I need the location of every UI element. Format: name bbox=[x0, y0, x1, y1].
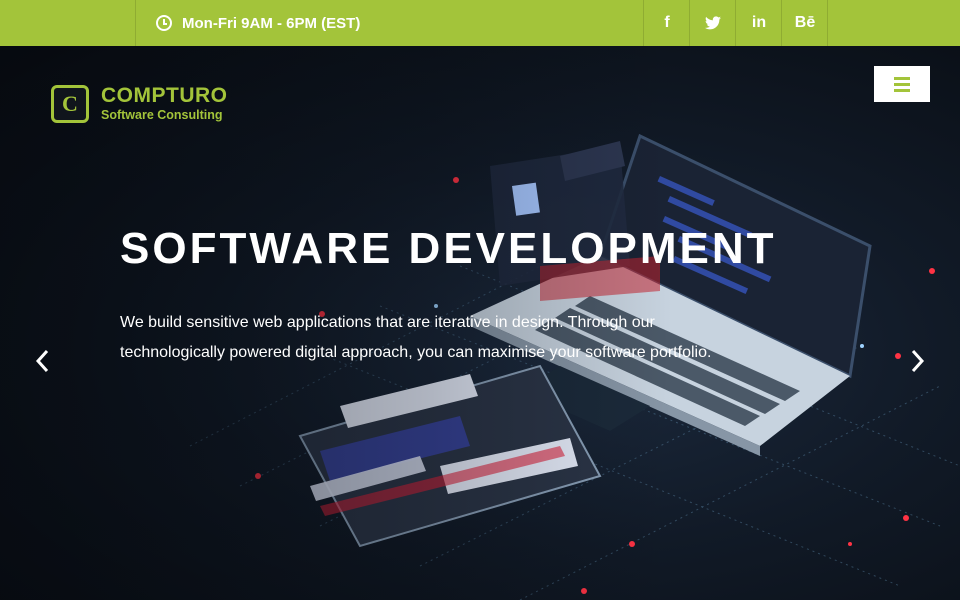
site-logo[interactable]: C COMPTURO Software Consulting bbox=[51, 85, 228, 123]
business-hours-text: Mon-Fri 9AM - 6PM (EST) bbox=[182, 14, 361, 32]
linkedin-link[interactable]: in bbox=[736, 0, 782, 46]
hamburger-icon-bar bbox=[894, 76, 910, 80]
top-bar: Mon-Fri 9AM - 6PM (EST) f in Bē bbox=[0, 0, 960, 46]
linkedin-icon: in bbox=[751, 14, 767, 31]
hero-description: We build sensitive web applications that… bbox=[120, 314, 712, 361]
divider bbox=[827, 0, 828, 46]
logo-mark: C bbox=[51, 85, 89, 123]
hero-title: SOFTWARE DEVELOPMENT bbox=[120, 224, 777, 273]
clock-icon bbox=[156, 15, 172, 31]
divider bbox=[135, 0, 136, 46]
facebook-link[interactable]: f bbox=[644, 0, 690, 46]
logo-name: COMPTURO bbox=[101, 84, 228, 107]
business-hours: Mon-Fri 9AM - 6PM (EST) bbox=[156, 0, 360, 46]
twitter-link[interactable] bbox=[690, 0, 736, 46]
twitter-icon bbox=[705, 16, 721, 30]
facebook-icon: f bbox=[664, 14, 670, 31]
next-slide-arrow-icon[interactable] bbox=[907, 346, 927, 376]
logo-tagline: Software Consulting bbox=[101, 108, 223, 122]
behance-icon: Bē bbox=[794, 14, 816, 31]
hamburger-menu-button[interactable] bbox=[874, 66, 930, 102]
hamburger-icon-bar bbox=[894, 82, 910, 86]
hero-slider: C COMPTURO Software Consulting SOFTWARE … bbox=[0, 46, 960, 600]
hamburger-icon-bar bbox=[894, 88, 910, 92]
behance-link[interactable]: Bē bbox=[782, 0, 828, 46]
prev-slide-arrow-icon[interactable] bbox=[33, 346, 53, 376]
